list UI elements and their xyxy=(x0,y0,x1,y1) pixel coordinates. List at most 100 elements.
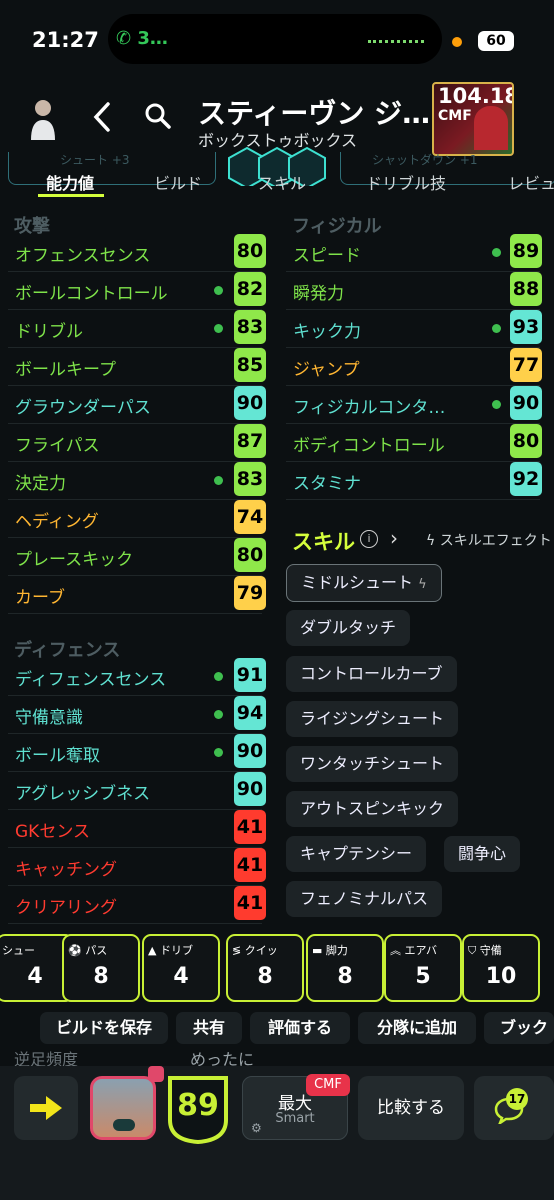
summary-card-label: ⛉ 守備 xyxy=(468,944,502,957)
summary-card[interactable]: ⚽ パス 8 xyxy=(62,934,140,1002)
skill-chip[interactable]: フェノミナルパス xyxy=(286,881,443,917)
boost-dot-icon xyxy=(214,476,223,485)
tab-dribble[interactable]: ドリブル技 xyxy=(366,170,446,194)
row-divider xyxy=(8,923,262,924)
skill-effect-link[interactable]: ϟ スキルエフェクト xyxy=(426,530,552,550)
tab-review[interactable]: レビュ xyxy=(508,170,554,194)
stat-label: 決定力 xyxy=(15,474,66,494)
add-to-squad-button[interactable]: 分隊に追加 xyxy=(358,1012,476,1044)
boost-dot-icon xyxy=(492,324,501,333)
summary-card-value: 8 xyxy=(93,964,109,989)
stat-label: ヘディング xyxy=(15,512,99,532)
rate-button[interactable]: 評価する xyxy=(250,1012,350,1044)
stat-row: オフェンスセンス 80 xyxy=(0,234,266,272)
stat-value: 83 xyxy=(234,462,266,496)
chevron-right-icon[interactable]: › xyxy=(390,526,398,550)
info-icon[interactable]: i xyxy=(360,530,378,548)
stat-row: グラウンダーパス 90 xyxy=(0,386,266,424)
cone-icon: ▲ xyxy=(148,944,157,957)
stat-row: アグレッシブネス 90 xyxy=(0,772,266,810)
arrow-right-icon xyxy=(30,1096,62,1120)
stat-value: 80 xyxy=(234,234,266,268)
skill-chip[interactable]: 闘争心 xyxy=(444,836,521,872)
phone-icon: ✆ xyxy=(116,28,132,49)
tab-build[interactable]: ビルド xyxy=(154,170,202,194)
stat-label: ボールコントロール xyxy=(15,284,168,304)
compare-button[interactable]: 比較する xyxy=(358,1076,464,1140)
stat-row: GKセンス 41 xyxy=(0,810,266,848)
stat-value: 82 xyxy=(234,272,266,306)
stat-value: 90 xyxy=(234,386,266,420)
search-icon[interactable] xyxy=(144,102,172,134)
stat-row: ディフェンスセンス 91 xyxy=(0,658,266,696)
tab-stats[interactable]: 能力値 xyxy=(46,170,94,194)
status-time: 21:27 xyxy=(32,28,99,52)
stat-value: 88 xyxy=(510,272,542,306)
overall-rating-badge: 89 xyxy=(166,1074,230,1148)
boost-dot-icon xyxy=(492,248,501,257)
summary-card[interactable]: ▲ ドリブ 4 xyxy=(142,934,220,1002)
stat-row: 瞬発力 88 xyxy=(278,272,542,310)
summary-card[interactable]: ⛉ 守備 10 xyxy=(462,934,540,1002)
summary-card[interactable]: ︽ エアバ 5 xyxy=(384,934,462,1002)
stat-label: クリアリング xyxy=(15,898,117,918)
skill-chip[interactable]: コントロールカーブ xyxy=(286,656,457,692)
stat-row: ジャンプ 77 xyxy=(278,348,542,386)
stat-label: プレースキック xyxy=(15,550,134,570)
skill-chip[interactable]: ダブルタッチ xyxy=(286,610,411,646)
skill-chip[interactable]: ライジングシュート xyxy=(286,701,459,737)
summary-card[interactable]: ▬ 脚力 8 xyxy=(306,934,384,1002)
stat-row: ドリブル 83 xyxy=(0,310,266,348)
skill-chip[interactable]: ミドルシュート ϟ xyxy=(286,564,442,602)
profile-avatar-icon[interactable] xyxy=(28,96,58,140)
stat-label: フライパス xyxy=(15,436,100,456)
skill-effect-label: スキルエフェクト xyxy=(439,533,552,549)
boost-dot-icon xyxy=(214,324,223,333)
player-card[interactable]: 104.18 CMF xyxy=(432,82,514,156)
player-name: スティーヴン ジ… xyxy=(198,97,431,130)
row-divider xyxy=(8,613,262,614)
next-arrow-button[interactable] xyxy=(14,1076,78,1140)
summary-card[interactable]: ≶ クイッ 8 xyxy=(226,934,304,1002)
call-indicator[interactable]: ✆ 3… xyxy=(116,28,168,49)
stat-row: 決定力 83 xyxy=(0,462,266,500)
bookmark-button[interactable]: ブック xyxy=(484,1012,554,1044)
ghost-tab-left: シュート +3 xyxy=(60,153,130,167)
summary-card-label: ⚽ パス xyxy=(68,944,108,957)
boost-dot-icon xyxy=(214,286,223,295)
boost-dot-icon xyxy=(214,710,223,719)
skill-chip[interactable]: アウトスピンキック xyxy=(286,791,459,827)
stat-label: ジャンプ xyxy=(293,360,360,380)
stat-label: 守備意識 xyxy=(15,708,83,728)
summary-card-label: ︽ エアバ xyxy=(390,944,438,957)
stat-label: ディフェンスセンス xyxy=(15,670,167,690)
stat-row: ボール奪取 90 xyxy=(0,734,266,772)
manager-avatar[interactable] xyxy=(90,1076,156,1140)
stat-value: 90 xyxy=(234,734,266,768)
skill-chip[interactable]: キャプテンシー xyxy=(286,836,427,872)
skill-label: ミドルシュート xyxy=(301,573,414,592)
chat-count-badge: 17 xyxy=(506,1088,528,1110)
stat-label: ボールキープ xyxy=(15,360,116,380)
lightning-icon: ϟ xyxy=(418,577,427,592)
card-position: CMF xyxy=(438,108,472,124)
share-button[interactable]: 共有 xyxy=(176,1012,242,1044)
stat-row: キック力 93 xyxy=(278,310,542,348)
save-build-button[interactable]: ビルドを保存 xyxy=(40,1012,168,1044)
boot-icon: ▬ xyxy=(312,944,323,957)
stat-row: ヘディング 74 xyxy=(0,500,266,538)
boost-dot-icon xyxy=(214,672,223,681)
stat-value: 41 xyxy=(234,848,266,882)
skill-chip[interactable]: ワンタッチシュート xyxy=(286,746,459,782)
back-chevron-icon[interactable] xyxy=(90,100,114,142)
stat-label: グラウンダーパス xyxy=(15,398,151,418)
tab-skills[interactable]: スキル xyxy=(258,170,306,194)
summary-card-value: 5 xyxy=(415,964,431,989)
stat-value: 85 xyxy=(234,348,266,382)
chat-button[interactable]: 17 xyxy=(474,1076,554,1140)
skills-title: スキル xyxy=(292,530,355,554)
stat-row: クリアリング 41 xyxy=(0,886,266,924)
gear-icon: ⚙ xyxy=(251,1121,262,1135)
manager-badge-icon xyxy=(113,1119,135,1131)
stat-value: 90 xyxy=(510,386,542,420)
